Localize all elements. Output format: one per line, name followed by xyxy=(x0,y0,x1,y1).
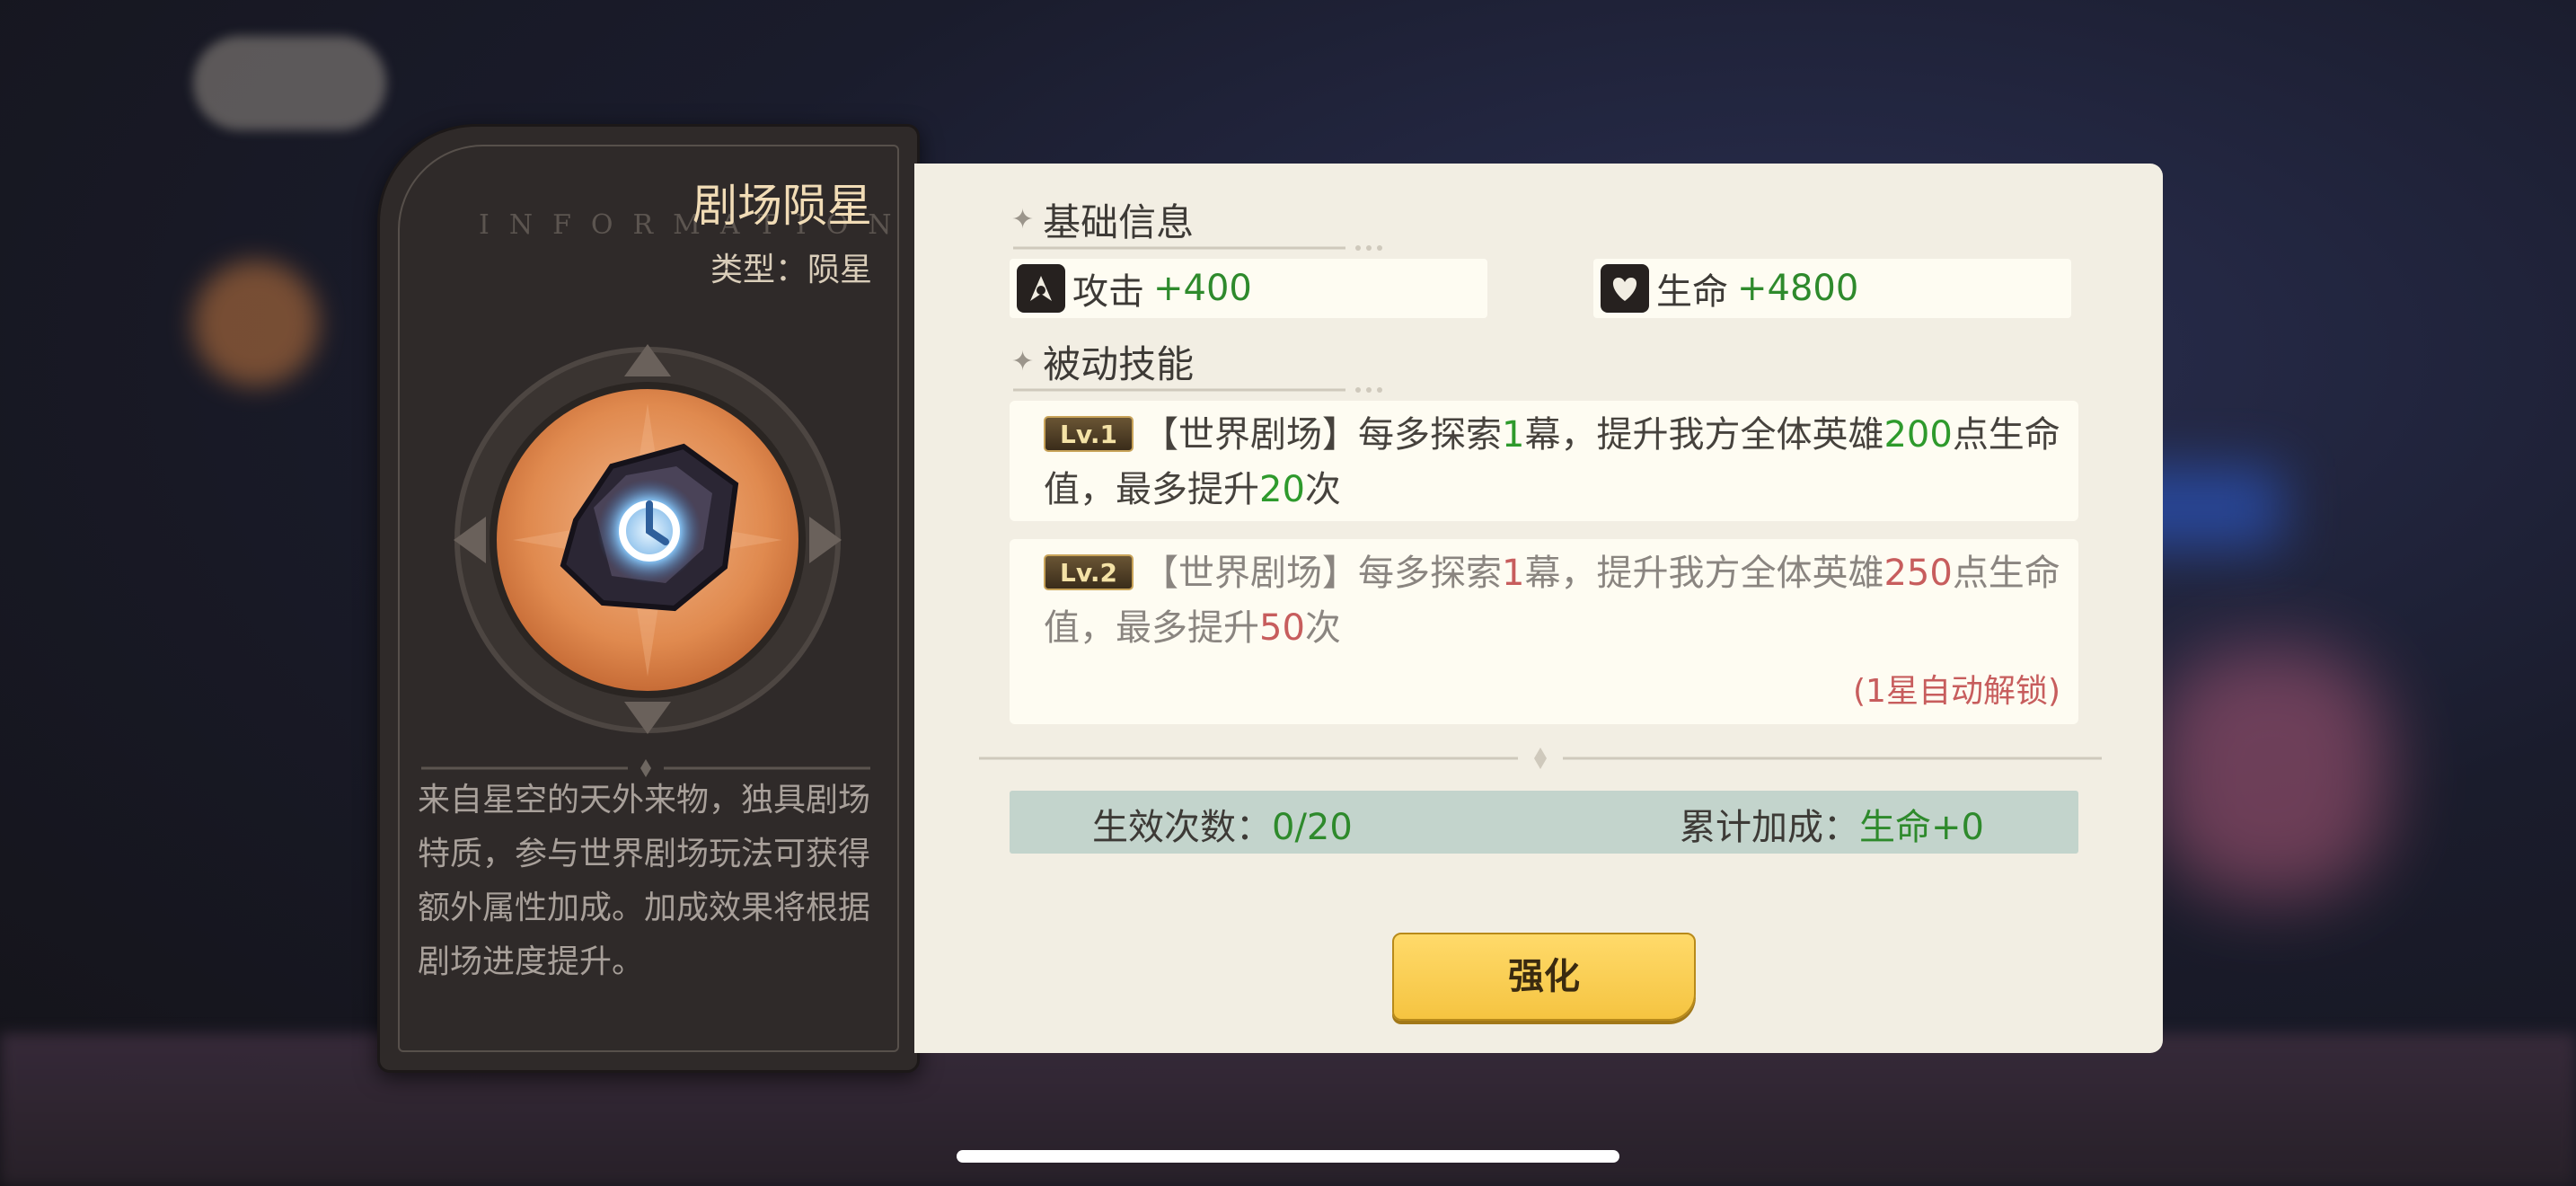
section-rule xyxy=(1013,245,1382,251)
effect-count: 生效次数：0/20 xyxy=(1092,798,1353,850)
skill-highlight: 1 xyxy=(1502,553,1525,594)
background-pill xyxy=(193,36,386,130)
total-bonus-value: 生命+0 xyxy=(1859,807,1984,848)
section-rule xyxy=(1013,387,1382,393)
item-info-panel: INFORMATION 剧场陨星 类型：陨星 来自星空的天外来物，独具剧场特质，… xyxy=(377,124,920,1073)
heart-icon xyxy=(1601,264,1649,313)
item-name: 剧场陨星 xyxy=(693,180,872,232)
passive-skill-title: 被动技能 xyxy=(1043,342,1195,386)
skill-level-badge: Lv.2 xyxy=(1044,554,1134,590)
item-type-label: 类型： xyxy=(710,252,807,288)
basic-info-header: ✦ 基础信息 xyxy=(1011,192,1194,247)
skill-highlight: 50 xyxy=(1259,607,1305,649)
item-description: 来自星空的天外来物，独具剧场特质，参与世界剧场玩法可获得额外属性加成。加成效果将… xyxy=(418,782,871,980)
summary-bar: 生效次数：0/20 累计加成：生命+0 xyxy=(1010,791,2078,854)
skill-lv1-text: Lv.1 【世界剧场】每多探索1幕，提升我方全体英雄200点生命值，最多提升20次 xyxy=(1044,408,2068,518)
stat-hp-label: 生命 xyxy=(1656,271,1728,313)
stat-attack-label: 攻击 xyxy=(1072,271,1144,313)
stat-hp: 生命 +4800 xyxy=(1593,259,2071,318)
total-bonus-label: 累计加成： xyxy=(1680,807,1859,848)
total-bonus: 累计加成：生命+0 xyxy=(1680,798,1984,850)
background-character xyxy=(2156,647,2389,898)
skill-level-badge: Lv.1 xyxy=(1044,416,1134,452)
unlock-note: (1星自动解锁) xyxy=(1853,673,2060,710)
effect-count-label: 生效次数： xyxy=(1092,807,1272,848)
item-type: 类型：陨星 xyxy=(710,243,872,290)
meteor-emblem-icon xyxy=(454,344,842,734)
stat-attack: 攻击 +400 xyxy=(1010,259,1487,318)
home-indicator[interactable] xyxy=(957,1150,1619,1163)
skill-text-part: 【世界剧场】每多探索 xyxy=(1142,553,1502,594)
details-panel: ✦ 基础信息 攻击 +400 生命 +4800 ✦ 被动技能 Lv.1 【世界剧场… xyxy=(914,164,2163,1053)
stat-attack-value: +400 xyxy=(1153,268,1252,309)
stat-hp-value: +4800 xyxy=(1737,268,1859,309)
sparkle-icon: ✦ xyxy=(1011,346,1035,377)
skill-text-part: 次 xyxy=(1304,469,1341,510)
skill-text-part: 幕，提升我方全体英雄 xyxy=(1524,553,1884,594)
skill-highlight: 200 xyxy=(1883,414,1953,456)
skill-text-part: 【世界剧场】每多探索 xyxy=(1142,414,1502,456)
attack-icon xyxy=(1017,264,1065,313)
skill-highlight: 1 xyxy=(1502,414,1525,456)
skill-text-part: 幕，提升我方全体英雄 xyxy=(1524,414,1884,456)
basic-info-title: 基础信息 xyxy=(1043,200,1195,244)
skill-highlight: 20 xyxy=(1259,469,1305,510)
skill-lv2-text: Lv.2 【世界剧场】每多探索1幕，提升我方全体英雄250点生命值，最多提升50次 xyxy=(1044,546,2068,656)
sparkle-icon: ✦ xyxy=(1011,204,1035,235)
skill-highlight: 250 xyxy=(1883,553,1953,594)
effect-count-value: 0/20 xyxy=(1272,807,1353,848)
passive-skill-header: ✦ 被动技能 xyxy=(1011,334,1194,389)
background-avatar xyxy=(193,261,319,386)
summary-divider xyxy=(979,748,2102,769)
skill-lv2: Lv.2 【世界剧场】每多探索1幕，提升我方全体英雄250点生命值，最多提升50次… xyxy=(1010,539,2078,724)
item-type-value: 陨星 xyxy=(807,252,872,288)
skill-lv1: Lv.1 【世界剧场】每多探索1幕，提升我方全体英雄200点生命值，最多提升20次 xyxy=(1010,401,2078,521)
upgrade-button[interactable]: 强化 xyxy=(1392,933,1696,1021)
skill-text-part: 次 xyxy=(1304,607,1341,649)
